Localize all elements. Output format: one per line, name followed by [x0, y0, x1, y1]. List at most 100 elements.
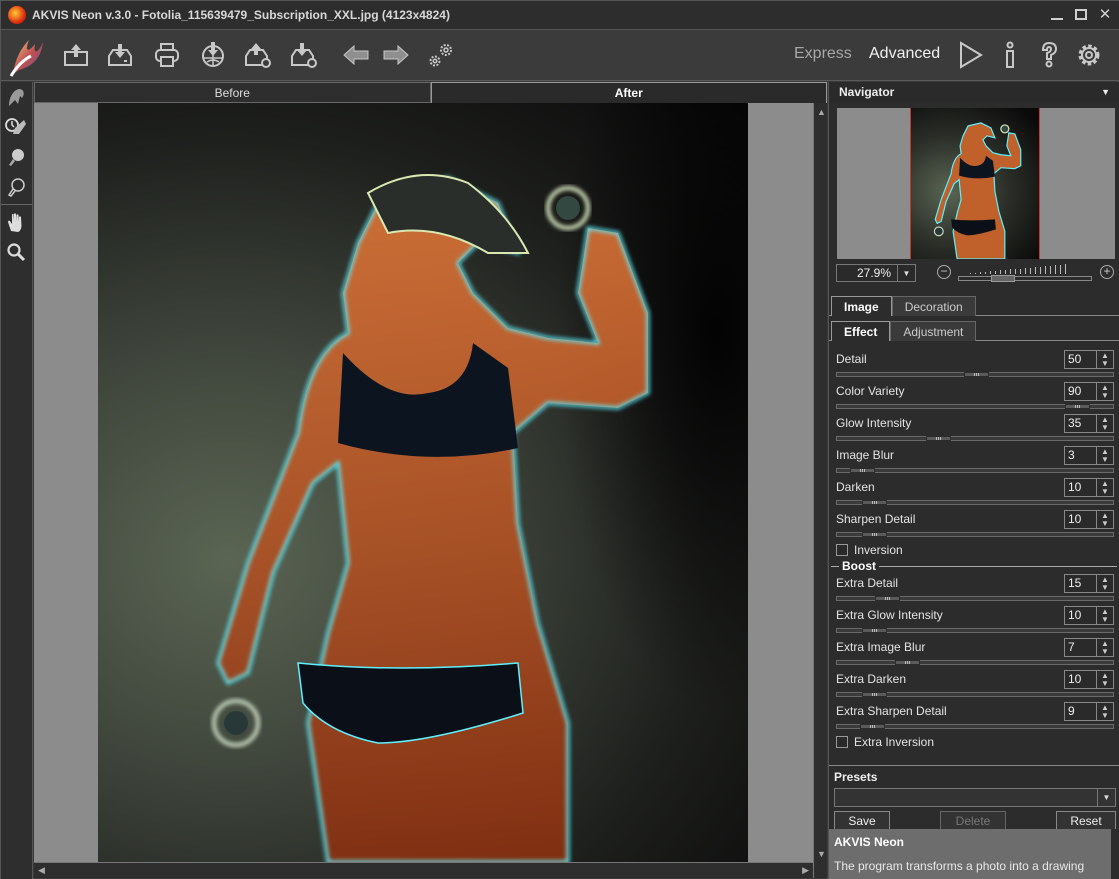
extra-inversion-checkbox-row[interactable]: Extra Inversion	[829, 734, 1119, 750]
param-value[interactable]: 10	[1065, 671, 1096, 688]
spin-arrows-icon[interactable]: ▲ ▼	[1096, 479, 1113, 496]
close-button[interactable]: ✕	[1096, 5, 1114, 23]
spin-arrows-icon[interactable]: ▲ ▼	[1096, 671, 1113, 688]
param-slider-thumb[interactable]	[862, 692, 887, 697]
param-slider-thumb[interactable]	[964, 372, 989, 377]
spin-arrows-icon[interactable]: ▲ ▼	[1096, 511, 1113, 528]
zoom-slider[interactable]	[958, 264, 1092, 282]
param-value[interactable]: 50	[1065, 351, 1096, 368]
glow-tool[interactable]	[1, 142, 31, 172]
param-spinbox[interactable]: 9 ▲ ▼	[1064, 702, 1114, 721]
inversion-checkbox-row[interactable]: Inversion	[829, 542, 1119, 558]
batch-open-button[interactable]	[241, 38, 275, 72]
scroll-right-icon[interactable]: ▶	[802, 865, 809, 876]
zoom-slider-thumb[interactable]	[991, 275, 1015, 282]
help-button[interactable]	[1032, 38, 1066, 72]
undo-button[interactable]	[339, 38, 373, 72]
maximize-button[interactable]	[1072, 5, 1090, 23]
save-image-button[interactable]	[103, 38, 137, 72]
extra-inversion-checkbox[interactable]	[836, 736, 848, 748]
scroll-up-icon[interactable]: ▲	[817, 107, 826, 117]
settings-button[interactable]	[1072, 38, 1106, 72]
tab-after[interactable]: After	[430, 82, 827, 103]
advanced-mode-link[interactable]: Advanced	[869, 45, 940, 63]
param-spinbox[interactable]: 50 ▲ ▼	[1064, 350, 1114, 369]
param-value[interactable]: 9	[1065, 703, 1096, 720]
param-slider[interactable]	[836, 404, 1114, 409]
param-slider[interactable]	[836, 596, 1114, 601]
zoom-in-icon[interactable]: +	[1100, 265, 1114, 279]
param-slider[interactable]	[836, 724, 1114, 729]
param-slider-thumb[interactable]	[895, 660, 920, 665]
param-slider-thumb[interactable]	[850, 468, 875, 473]
param-spinbox[interactable]: 15 ▲ ▼	[1064, 574, 1114, 593]
navigator-preview[interactable]	[837, 108, 1115, 259]
share-button[interactable]	[196, 38, 230, 72]
presets-dropdown-icon[interactable]: ▼	[1097, 789, 1115, 806]
param-value[interactable]: 90	[1065, 383, 1096, 400]
delete-preset-button[interactable]: Delete	[940, 811, 1006, 830]
param-slider[interactable]	[836, 628, 1114, 633]
param-spinbox[interactable]: 35 ▲ ▼	[1064, 414, 1114, 433]
param-spinbox[interactable]: 3 ▲ ▼	[1064, 446, 1114, 465]
scroll-left-icon[interactable]: ◀	[38, 865, 45, 876]
param-spinbox[interactable]: 10 ▲ ▼	[1064, 478, 1114, 497]
param-slider-thumb[interactable]	[860, 724, 885, 729]
spin-arrows-icon[interactable]: ▲ ▼	[1096, 415, 1113, 432]
param-slider-thumb[interactable]	[875, 596, 900, 601]
param-slider-thumb[interactable]	[926, 436, 951, 441]
spin-arrows-icon[interactable]: ▲ ▼	[1096, 383, 1113, 400]
tab-image[interactable]: Image	[831, 296, 892, 316]
zoom-dropdown-icon[interactable]: ▼	[897, 265, 915, 281]
param-value[interactable]: 10	[1065, 511, 1096, 528]
minimize-button[interactable]	[1048, 5, 1066, 23]
spin-arrows-icon[interactable]: ▲ ▼	[1096, 607, 1113, 624]
param-slider[interactable]	[836, 532, 1114, 537]
tab-effect[interactable]: Effect	[831, 321, 891, 341]
param-slider[interactable]	[836, 468, 1114, 473]
param-slider-thumb[interactable]	[862, 532, 887, 537]
help-scrollbar[interactable]	[1111, 829, 1119, 879]
param-slider[interactable]	[836, 436, 1114, 441]
spin-arrows-icon[interactable]: ▲ ▼	[1096, 575, 1113, 592]
param-value[interactable]: 3	[1065, 447, 1096, 464]
reset-button[interactable]: Reset	[1056, 811, 1116, 830]
open-image-button[interactable]	[59, 38, 93, 72]
history-brush-tool[interactable]	[1, 112, 31, 142]
param-slider[interactable]	[836, 660, 1114, 665]
param-slider-thumb[interactable]	[1065, 404, 1090, 409]
save-preset-button[interactable]: Save	[834, 811, 890, 830]
presets-select[interactable]: ▼	[834, 788, 1116, 807]
hand-tool[interactable]	[1, 207, 31, 237]
inversion-checkbox[interactable]	[836, 544, 848, 556]
spin-arrows-icon[interactable]: ▲ ▼	[1096, 703, 1113, 720]
spin-arrows-icon[interactable]: ▲ ▼	[1096, 351, 1113, 368]
param-value[interactable]: 10	[1065, 607, 1096, 624]
param-slider-thumb[interactable]	[862, 628, 887, 633]
param-slider[interactable]	[836, 692, 1114, 697]
zoom-combobox[interactable]: 27.9% ▼	[836, 264, 916, 282]
eraser-glow-tool[interactable]	[1, 172, 31, 202]
resize-grip[interactable]	[813, 862, 827, 878]
redo-button[interactable]	[379, 38, 413, 72]
tab-adjustment[interactable]: Adjustment	[890, 321, 977, 341]
collapse-navigator-icon[interactable]: ▼	[1101, 87, 1110, 97]
param-slider-thumb[interactable]	[862, 500, 887, 505]
express-mode-link[interactable]: Express	[794, 45, 852, 63]
scroll-down-icon[interactable]: ▼	[817, 849, 826, 859]
image-viewport[interactable]	[34, 103, 813, 862]
zoom-out-icon[interactable]: −	[937, 265, 951, 279]
batch-processing-button[interactable]	[424, 38, 458, 72]
param-spinbox[interactable]: 7 ▲ ▼	[1064, 638, 1114, 657]
info-button[interactable]	[993, 38, 1027, 72]
param-spinbox[interactable]: 90 ▲ ▼	[1064, 382, 1114, 401]
param-value[interactable]: 35	[1065, 415, 1096, 432]
zoom-tool[interactable]	[1, 237, 31, 267]
horizontal-scrollbar[interactable]: ◀ ▶	[34, 862, 813, 878]
print-button[interactable]	[150, 38, 184, 72]
param-spinbox[interactable]: 10 ▲ ▼	[1064, 606, 1114, 625]
vertical-scrollbar[interactable]: ▲ ▼	[813, 103, 827, 862]
param-value[interactable]: 7	[1065, 639, 1096, 656]
param-spinbox[interactable]: 10 ▲ ▼	[1064, 670, 1114, 689]
brush-tool[interactable]	[1, 82, 31, 112]
